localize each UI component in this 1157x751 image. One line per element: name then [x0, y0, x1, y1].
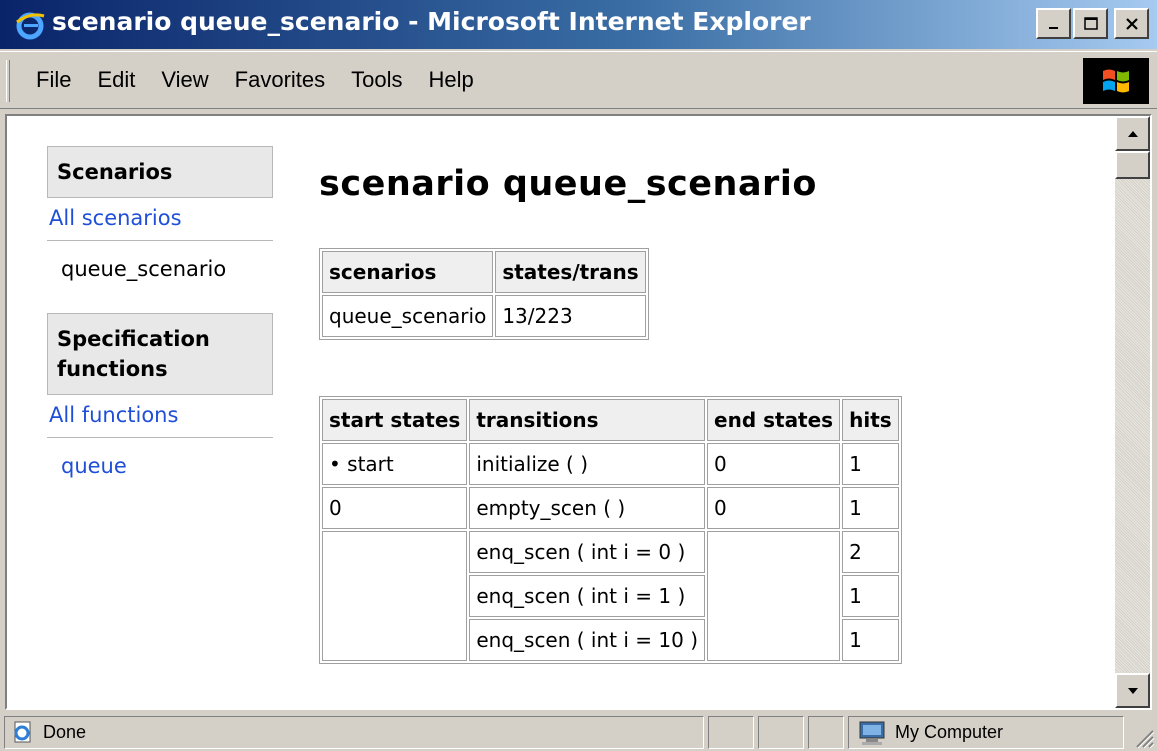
- hits-cell: 2: [842, 531, 899, 573]
- status-text: Done: [43, 722, 87, 742]
- table-row: 0 empty_scen ( ) 0 1: [322, 487, 899, 529]
- start-state-cell: • start: [322, 443, 468, 485]
- status-panel: [708, 716, 754, 749]
- column-header: transitions: [469, 399, 706, 441]
- all-functions-link[interactable]: All functions: [47, 395, 273, 435]
- menu-tools[interactable]: Tools: [351, 67, 402, 93]
- transitions-table: start states transitions end states hits…: [319, 396, 902, 664]
- window-title: scenario queue_scenario - Microsoft Inte…: [52, 7, 811, 36]
- ie-logo-icon: [16, 12, 45, 40]
- end-state-cell: 0: [707, 443, 841, 485]
- sidebar: Scenarios All scenarios queue_scenario S…: [47, 146, 273, 492]
- scrollbar-thumb[interactable]: [1115, 151, 1150, 179]
- end-state-cell: [707, 531, 841, 661]
- transition-cell: empty_scen ( ): [469, 487, 706, 529]
- transition-cell: enq_scen ( int i = 10 ): [469, 619, 706, 661]
- arrow-down-icon: [1127, 687, 1138, 694]
- divider: [47, 437, 273, 438]
- menu-file[interactable]: File: [36, 67, 71, 93]
- maximize-icon: [1083, 16, 1098, 30]
- hits-cell: 1: [842, 443, 899, 485]
- column-header: hits: [842, 399, 899, 441]
- page-loaded-icon: [14, 721, 31, 743]
- transition-cell: enq_scen ( int i = 0 ): [469, 531, 706, 573]
- zone-text: My Computer: [895, 722, 1004, 742]
- toolbar-grip[interactable]: [6, 60, 10, 102]
- main-content: scenario queue_scenario: [319, 164, 817, 204]
- table-row: queue_scenario 13/223: [322, 295, 646, 337]
- resize-grip-icon[interactable]: [1131, 725, 1155, 749]
- menu-favorites[interactable]: Favorites: [235, 67, 325, 93]
- start-state-cell: 0: [322, 487, 468, 529]
- title-bar[interactable]: scenario queue_scenario - Microsoft Inte…: [0, 0, 1157, 49]
- security-zone-panel[interactable]: My Computer: [848, 716, 1124, 749]
- scenarios-heading: Scenarios: [47, 146, 273, 198]
- column-header: start states: [322, 399, 468, 441]
- minimize-button[interactable]: [1036, 8, 1071, 39]
- current-scenario-label: queue_scenario: [61, 257, 227, 281]
- hits-cell: 1: [842, 619, 899, 661]
- arrow-up-icon: [1127, 130, 1138, 137]
- menu-view[interactable]: View: [161, 67, 208, 93]
- table-row: enq_scen ( int i = 0 ) 2: [322, 531, 899, 661]
- status-main-panel: Done: [4, 716, 704, 749]
- scroll-up-button[interactable]: [1115, 116, 1150, 151]
- close-button[interactable]: [1114, 8, 1149, 39]
- page-title: scenario queue_scenario: [319, 164, 817, 204]
- menu-help[interactable]: Help: [429, 67, 474, 93]
- end-state-cell: 0: [707, 487, 841, 529]
- column-header: end states: [707, 399, 841, 441]
- close-icon: [1125, 17, 1138, 30]
- scroll-down-button[interactable]: [1115, 673, 1150, 708]
- specification-functions-heading: Specification functions: [47, 313, 273, 395]
- divider: [47, 240, 273, 241]
- status-panel: [808, 716, 844, 749]
- table-row: • start initialize ( ) 0 1: [322, 443, 899, 485]
- status-panel: [758, 716, 804, 749]
- maximize-button[interactable]: [1073, 8, 1108, 39]
- column-header: scenarios: [322, 251, 494, 293]
- browser-content-area: Scenarios All scenarios queue_scenario S…: [5, 114, 1152, 710]
- menu-edit[interactable]: Edit: [97, 67, 135, 93]
- states-trans-cell: 13/223: [495, 295, 646, 337]
- page-viewport: Scenarios All scenarios queue_scenario S…: [7, 116, 1115, 708]
- scenarios-summary-table: scenarios states/trans queue_scenario 13…: [319, 248, 649, 340]
- vertical-scrollbar[interactable]: [1115, 116, 1150, 708]
- table-header-row: start states transitions end states hits: [322, 399, 899, 441]
- hits-cell: 1: [842, 487, 899, 529]
- transition-cell: enq_scen ( int i = 1 ): [469, 575, 706, 617]
- menu-bar: File Edit View Favorites Tools Help: [0, 51, 1157, 109]
- computer-icon: [859, 721, 885, 745]
- start-state-cell: [322, 531, 468, 661]
- minimize-icon: [1048, 26, 1058, 29]
- windows-logo-icon: [1083, 58, 1149, 104]
- hits-cell: 1: [842, 575, 899, 617]
- table-header-row: scenarios states/trans: [322, 251, 646, 293]
- all-scenarios-link[interactable]: All scenarios: [47, 198, 273, 238]
- scenario-name-cell: queue_scenario: [322, 295, 494, 337]
- function-link-queue[interactable]: queue: [47, 440, 273, 492]
- transition-cell: initialize ( ): [469, 443, 706, 485]
- column-header: states/trans: [495, 251, 646, 293]
- status-bar: Done My Computer: [0, 712, 1157, 751]
